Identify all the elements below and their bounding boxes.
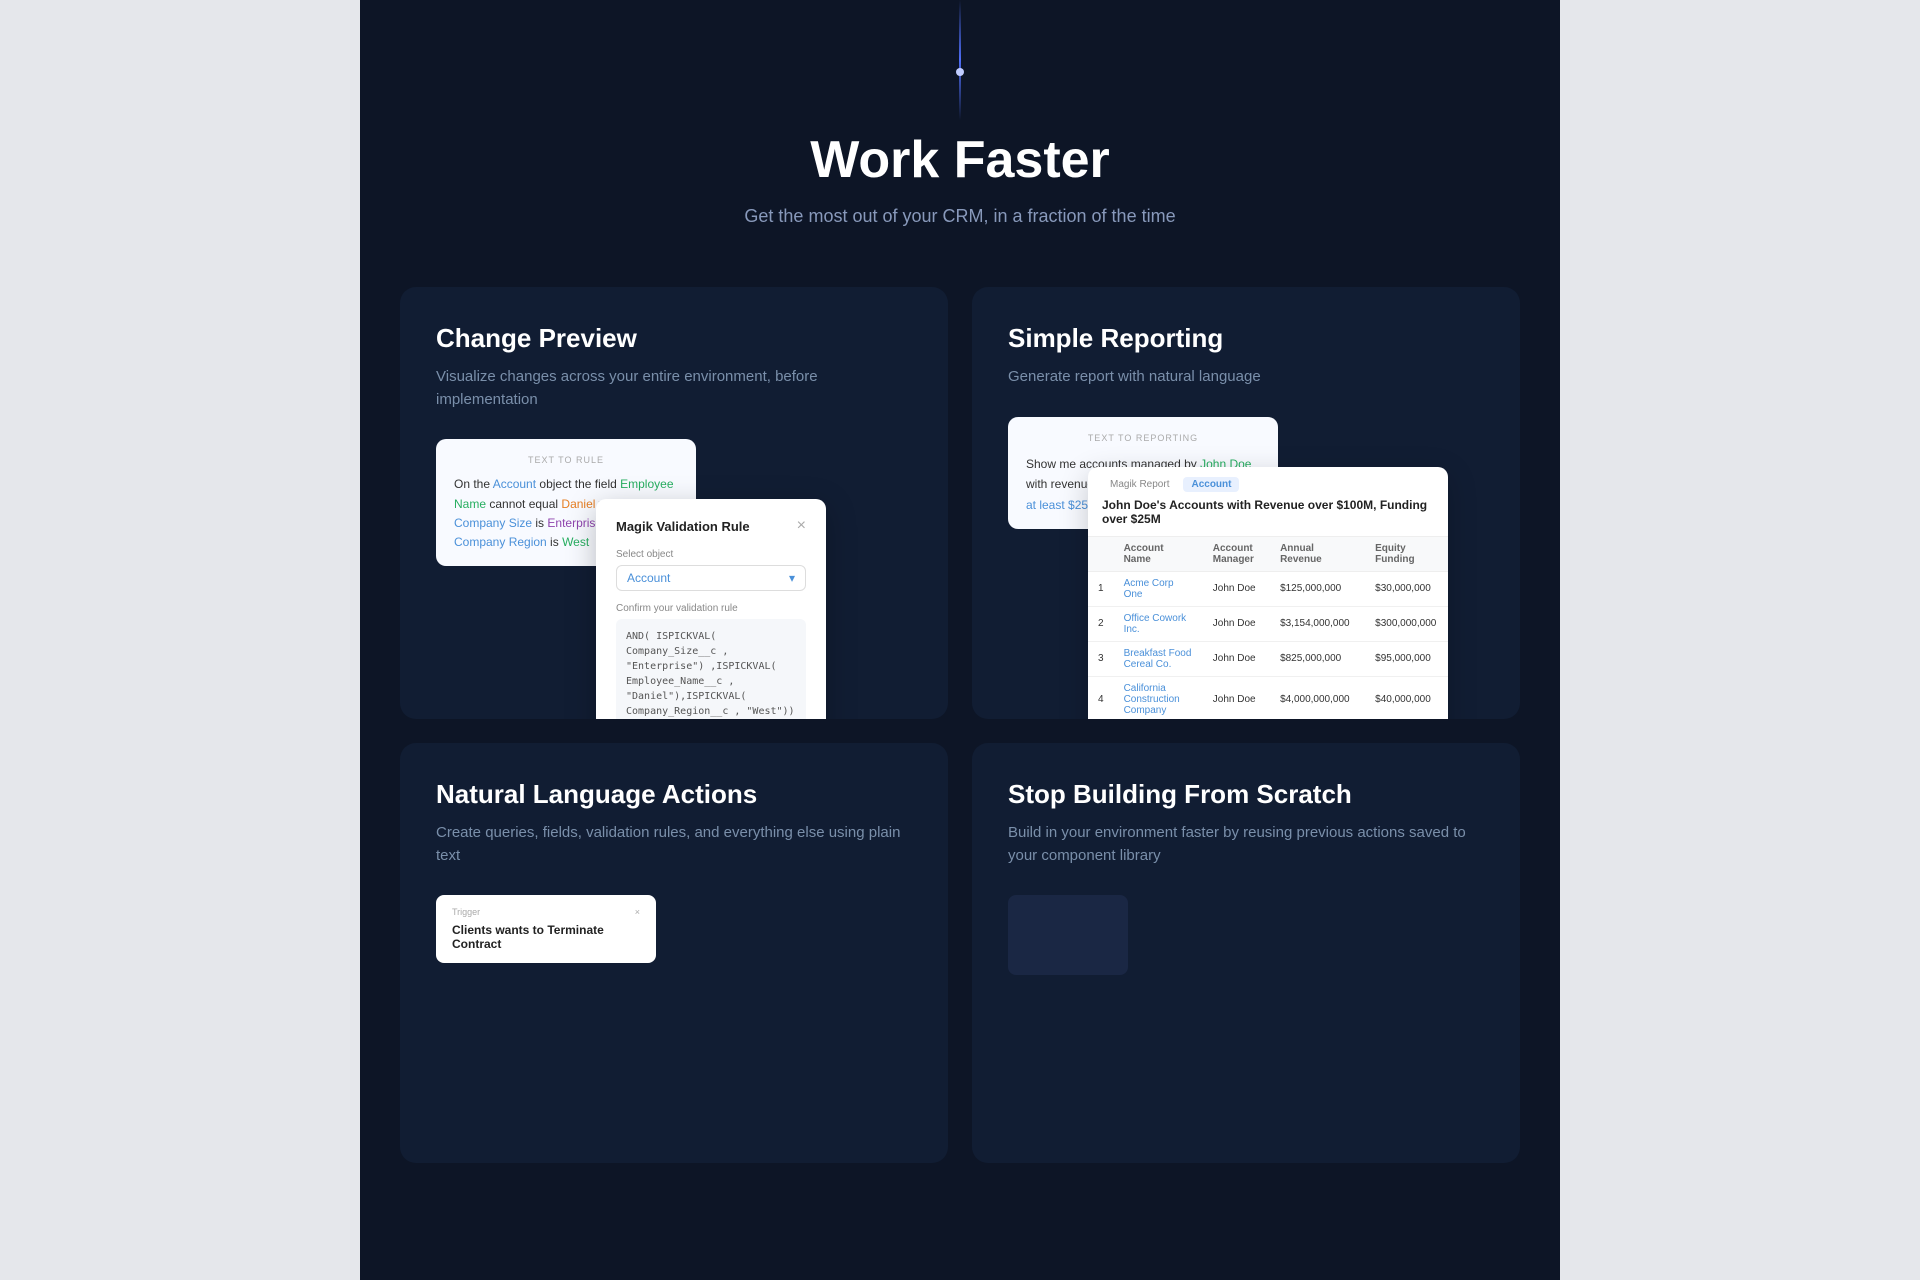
funding: $300,000,000 [1365,606,1448,641]
col-num [1088,537,1114,572]
top-dot-decoration [956,68,964,76]
manager: John Doe [1203,606,1270,641]
trigger-box: Trigger × Clients wants to Terminate Con… [436,895,656,963]
col-account-name: Account Name [1114,537,1203,572]
funding: $95,000,000 [1365,641,1448,676]
stop-building-desc: Build in your environment faster by reus… [1008,822,1484,867]
stop-building-title: Stop Building From Scratch [1008,779,1484,810]
report-table-header: Magik Report Account John Doe's Accounts… [1088,467,1448,537]
scratch-placeholder [1008,895,1128,975]
revenue: $125,000,000 [1270,571,1365,606]
row-num: 1 [1088,571,1114,606]
company-name: Breakfast Food Cereal Co. [1114,641,1203,676]
report-table-container: Magik Report Account John Doe's Accounts… [1088,467,1448,720]
modal-header: Magik Validation Rule × [616,517,806,535]
confirm-rule-label: Confirm your validation rule [616,603,806,614]
report-table: Account Name Account Manager Annual Reve… [1088,537,1448,720]
highlight-west: West [562,535,589,549]
chevron-down-icon: ▾ [789,571,795,585]
funding: $30,000,000 [1365,571,1448,606]
page-wrapper: Work Faster Get the most out of your CRM… [360,0,1560,1280]
manager: John Doe [1203,676,1270,719]
manager: John Doe [1203,571,1270,606]
highlight-company-region: Company Region [454,535,547,549]
company-name: Acme Corp One [1114,571,1203,606]
trigger-label: Trigger [452,907,480,917]
text-to-rule-label: TEXT TO RULE [454,453,678,467]
revenue: $4,000,000,000 [1270,676,1365,719]
simple-reporting-card: Simple Reporting Generate report with na… [972,287,1520,719]
natural-lang-card: Natural Language Actions Create queries,… [400,743,948,1163]
company-name: Office Cowork Inc. [1114,606,1203,641]
cards-grid: Change Preview Visualize changes across … [360,287,1560,1203]
table-row: 4 California Construction Company John D… [1088,676,1448,719]
stop-building-card: Stop Building From Scratch Build in your… [972,743,1520,1163]
revenue: $3,154,000,000 [1270,606,1365,641]
col-revenue: Annual Revenue [1270,537,1365,572]
row-num: 3 [1088,641,1114,676]
validation-rule-modal: Magik Validation Rule × Select object Ac… [596,499,826,719]
tab-magik-report[interactable]: Magik Report [1102,477,1177,492]
trigger-label-row: Trigger × [452,907,640,917]
report-tabs: Magik Report Account [1102,477,1434,492]
table-row: 3 Breakfast Food Cereal Co. John Doe $82… [1088,641,1448,676]
hero-subtitle: Get the most out of your CRM, in a fract… [360,206,1560,227]
hero-title: Work Faster [360,130,1560,190]
funding: $40,000,000 [1365,676,1448,719]
col-funding: Equity Funding [1365,537,1448,572]
company-name: California Construction Company [1114,676,1203,719]
select-object-dropdown[interactable]: Account ▾ [616,565,806,591]
text-to-report-label: TEXT TO REPORTING [1026,431,1260,446]
top-line-decoration [959,0,961,120]
reporting-container: TEXT TO REPORTING Show me accounts manag… [1008,417,1484,697]
close-icon[interactable]: × [797,517,806,535]
preview-container: TEXT TO RULE On the Account object the f… [436,439,912,719]
table-row: 1 Acme Corp One John Doe $125,000,000 $3… [1088,571,1448,606]
modal-title: Magik Validation Rule [616,519,750,534]
tab-account[interactable]: Account [1183,477,1239,492]
change-preview-desc: Visualize changes across your entire env… [436,366,912,411]
revenue: $825,000,000 [1270,641,1365,676]
natural-lang-desc: Create queries, fields, validation rules… [436,822,912,867]
highlight-enterprise: Enterprise [547,516,602,530]
simple-reporting-title: Simple Reporting [1008,323,1484,354]
row-num: 2 [1088,606,1114,641]
highlight-company-size: Company Size [454,516,532,530]
close-icon[interactable]: × [635,907,640,917]
table-row: 2 Office Cowork Inc. John Doe $3,154,000… [1088,606,1448,641]
validation-code: AND( ISPICKVAL( Company_Size__c , "Enter… [616,619,806,719]
highlight-account: Account [493,477,536,491]
col-manager: Account Manager [1203,537,1270,572]
manager: John Doe [1203,641,1270,676]
row-num: 4 [1088,676,1114,719]
selected-object-value: Account [627,571,670,585]
highlight-daniel: Daniel [561,497,595,511]
select-object-label: Select object [616,549,806,560]
change-preview-card: Change Preview Visualize changes across … [400,287,948,719]
change-preview-title: Change Preview [436,323,912,354]
trigger-title: Clients wants to Terminate Contract [452,923,640,951]
table-header-row: Account Name Account Manager Annual Reve… [1088,537,1448,572]
natural-lang-title: Natural Language Actions [436,779,912,810]
report-table-title: John Doe's Accounts with Revenue over $1… [1102,498,1434,526]
simple-reporting-desc: Generate report with natural language [1008,366,1484,389]
